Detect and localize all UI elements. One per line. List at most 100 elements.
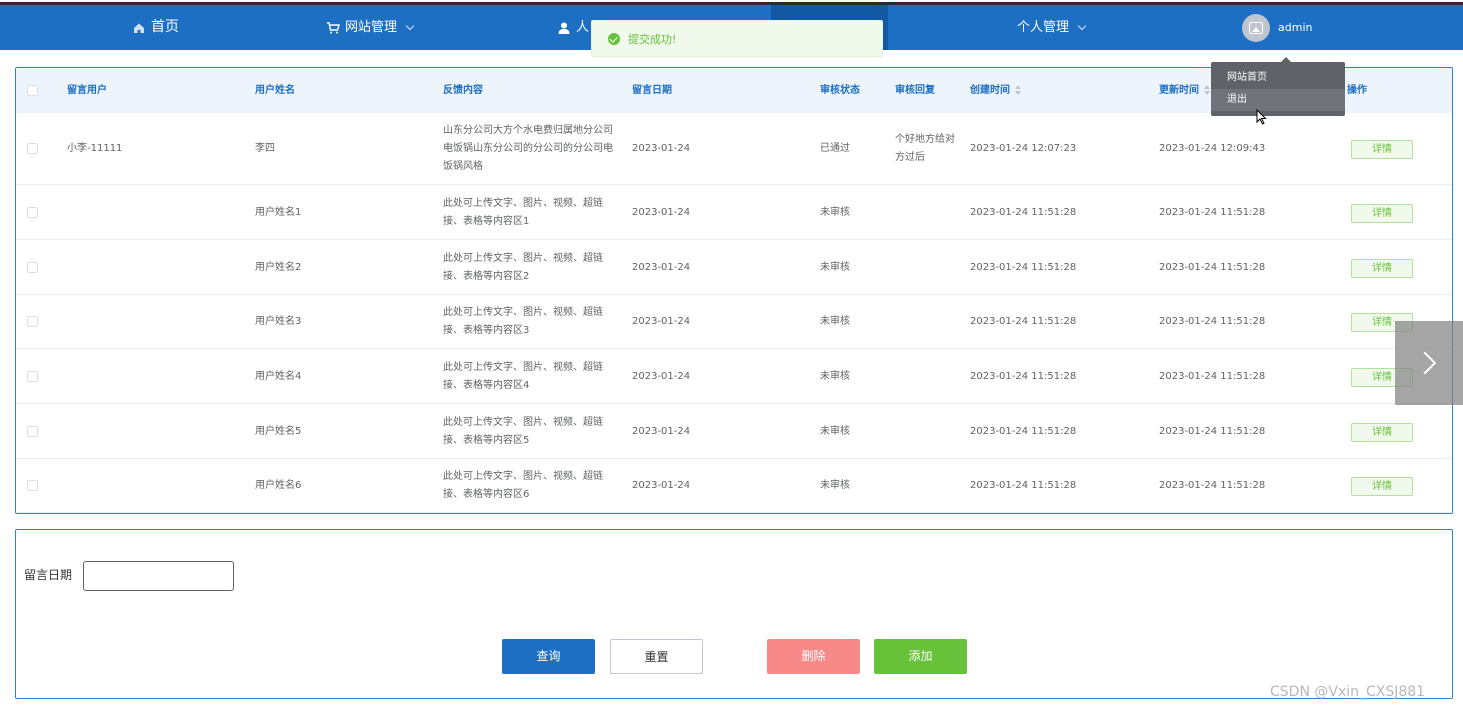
cell-msg-date: 2023-01-24: [632, 261, 691, 273]
col-user-name: 用户姓名: [255, 85, 295, 96]
image-icon: [1249, 21, 1263, 34]
dropdown-arrow: [1281, 57, 1291, 62]
nav-site-manage[interactable]: 网站管理: [326, 5, 415, 50]
date-input[interactable]: [83, 561, 234, 591]
cell-msg-date: 2023-01-24: [632, 143, 691, 154]
user-dropdown-menu: 网站首页 退出: [1211, 57, 1345, 116]
delete-button[interactable]: 删除: [767, 639, 860, 674]
cell-review-reply: 个好地方给对方过后: [895, 134, 955, 163]
next-arrow-button[interactable]: [1395, 321, 1463, 405]
query-button[interactable]: 查询: [502, 639, 595, 674]
chevron-down-icon: [1077, 21, 1087, 30]
col-review-reply: 审核回复: [895, 85, 935, 96]
chevron-right-icon: [1413, 351, 1437, 375]
detail-button[interactable]: 详情: [1351, 203, 1413, 223]
toast-message: 提交成功!: [628, 32, 677, 46]
cell-msg-user: 小李-11111: [67, 143, 123, 154]
username: admin: [1278, 21, 1313, 34]
avatar[interactable]: [1242, 13, 1270, 42]
menu-item-logout[interactable]: 退出: [1211, 89, 1345, 111]
user-menu[interactable]: admin: [1242, 5, 1312, 50]
table-row: 用户姓名4 此处可上传文字、图片、视频、超链接、表格等内容区4 2023-01-24…: [16, 349, 1452, 404]
success-toast: 提交成功!: [591, 20, 883, 57]
cell-review-status: 未审核: [820, 316, 850, 327]
cell-feedback: 此处可上传文字、图片、视频、超链接、表格等内容区5: [443, 416, 603, 446]
cell-msg-date: 2023-01-24: [632, 206, 691, 218]
cart-icon: [327, 21, 340, 33]
cell-review-status: 未审核: [820, 370, 850, 382]
cell-created-at: 2023-01-24 11:51:28: [970, 261, 1077, 273]
cell-feedback: 山东分公司大方个水电费归属地分公司电饭锅山东分公司的分公司的分公司电饭锅风格: [443, 125, 613, 172]
cell-created-at: 2023-01-24 11:51:28: [970, 480, 1077, 491]
sort-icon[interactable]: [1015, 85, 1021, 95]
cell-updated-at: 2023-01-24 12:09:43: [1159, 143, 1266, 154]
col-created-at[interactable]: 创建时间: [970, 68, 1021, 113]
table-row: 用户姓名2 此处可上传文字、图片、视频、超链接、表格等内容区2 2023-01-24…: [16, 240, 1452, 295]
table-row: 用户姓名3 此处可上传文字、图片、视频、超链接、表格等内容区3 2023-01-24…: [16, 295, 1452, 349]
col-msg-user: 留言用户: [67, 85, 107, 96]
nav-person-label: 人: [576, 20, 590, 35]
cell-user-name: 用户姓名1: [255, 206, 302, 218]
nav-person[interactable]: 人: [557, 5, 589, 50]
nav-personal-manage-label: 个人管理: [1017, 20, 1070, 35]
row-checkbox[interactable]: [27, 480, 38, 491]
col-actions: 操作: [1347, 85, 1367, 96]
cell-feedback: 此处可上传文字、图片、视频、超链接、表格等内容区2: [443, 252, 603, 282]
detail-button[interactable]: 详情: [1351, 477, 1413, 496]
cell-msg-date: 2023-01-24: [632, 316, 691, 327]
check-circle-icon: [608, 32, 620, 45]
nav-personal-manage[interactable]: 个人管理: [1017, 5, 1087, 50]
detail-button[interactable]: 详情: [1351, 422, 1413, 442]
search-panel: 留言日期 查询 重置 删除 添加: [15, 529, 1453, 699]
col-updated-at[interactable]: 更新时间: [1159, 68, 1210, 113]
mouse-cursor-icon: [1256, 109, 1267, 125]
reset-button[interactable]: 重置: [610, 639, 703, 674]
cell-feedback: 此处可上传文字、图片、视频、超链接、表格等内容区6: [443, 471, 603, 500]
nav-home-label: 首页: [151, 19, 179, 35]
select-all-checkbox[interactable]: [27, 85, 38, 96]
cell-updated-at: 2023-01-24 11:51:28: [1159, 480, 1266, 491]
cell-review-status: 已通过: [820, 143, 850, 154]
row-checkbox[interactable]: [27, 206, 38, 218]
cell-updated-at: 2023-01-24 11:51:28: [1159, 261, 1266, 273]
cell-updated-at: 2023-01-24 11:51:28: [1159, 425, 1266, 437]
row-checkbox[interactable]: [27, 261, 38, 273]
row-checkbox[interactable]: [27, 425, 38, 437]
row-checkbox[interactable]: [27, 143, 38, 154]
cell-review-status: 未审核: [820, 206, 850, 218]
chevron-down-icon: [405, 21, 415, 30]
col-msg-date: 留言日期: [632, 85, 672, 96]
col-created-at-label: 创建时间: [970, 85, 1010, 96]
cell-created-at: 2023-01-24 11:51:28: [970, 316, 1077, 327]
sort-icon[interactable]: [1204, 85, 1210, 95]
add-button[interactable]: 添加: [874, 639, 967, 674]
cell-created-at: 2023-01-24 11:51:28: [970, 206, 1077, 218]
cell-review-status: 未审核: [820, 425, 850, 437]
cell-updated-at: 2023-01-24 11:51:28: [1159, 370, 1266, 382]
table-row: 用户姓名1 此处可上传文字、图片、视频、超链接、表格等内容区1 2023-01-24…: [16, 185, 1452, 240]
cell-updated-at: 2023-01-24 11:51:28: [1159, 316, 1266, 327]
cell-msg-date: 2023-01-24: [632, 480, 691, 491]
cell-updated-at: 2023-01-24 11:51:28: [1159, 206, 1266, 218]
table-row: 用户姓名5 此处可上传文字、图片、视频、超链接、表格等内容区5 2023-01-24…: [16, 404, 1452, 459]
col-feedback: 反馈内容: [443, 85, 483, 96]
cell-review-status: 未审核: [820, 261, 850, 273]
detail-button[interactable]: 详情: [1351, 258, 1413, 278]
table-row: 用户姓名6 此处可上传文字、图片、视频、超链接、表格等内容区6 2023-01-24…: [16, 459, 1452, 513]
cell-feedback: 此处可上传文字、图片、视频、超链接、表格等内容区4: [443, 361, 603, 391]
row-checkbox[interactable]: [27, 316, 38, 327]
date-label: 留言日期: [24, 568, 73, 582]
detail-button[interactable]: 详情: [1351, 140, 1413, 159]
menu-item-site-home[interactable]: 网站首页: [1211, 67, 1345, 89]
cell-created-at: 2023-01-24 12:07:23: [970, 143, 1077, 154]
col-updated-at-label: 更新时间: [1159, 85, 1199, 96]
nav-site-manage-label: 网站管理: [345, 20, 398, 35]
nav-home[interactable]: 首页: [132, 5, 179, 50]
cell-user-name: 李四: [255, 143, 275, 154]
row-checkbox[interactable]: [27, 370, 38, 382]
cell-user-name: 用户姓名6: [255, 480, 302, 491]
cell-created-at: 2023-01-24 11:51:28: [970, 370, 1077, 382]
cell-msg-date: 2023-01-24: [632, 425, 691, 437]
cell-user-name: 用户姓名3: [255, 316, 302, 327]
cell-created-at: 2023-01-24 11:51:28: [970, 425, 1077, 437]
